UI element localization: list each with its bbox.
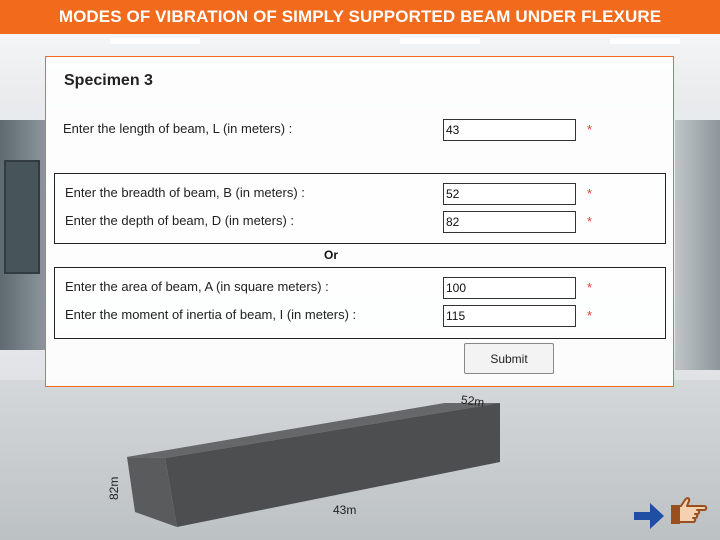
submit-button[interactable]: Submit [464, 343, 554, 374]
inertia-label: Enter the moment of inertia of beam, I (… [65, 307, 357, 322]
depth-label: Enter the depth of beam, D (in meters) : [65, 213, 295, 228]
or-separator: Or [324, 248, 339, 262]
breadth-required-mark: * [587, 186, 593, 201]
beam-length-label: 43m [333, 503, 357, 517]
ceiling-light [610, 38, 680, 44]
right-cabinet [675, 120, 720, 370]
length-input[interactable] [443, 119, 576, 141]
depth-input[interactable] [443, 211, 576, 233]
depth-required-mark: * [587, 214, 593, 229]
page-header: MODES OF VIBRATION OF SIMPLY SUPPORTED B… [0, 0, 720, 34]
breadth-input[interactable] [443, 183, 576, 205]
beam-svg [127, 403, 500, 527]
inertia-input[interactable] [443, 305, 576, 327]
length-label: Enter the length of beam, L (in meters) … [63, 121, 293, 136]
specimen-title: Specimen 3 [64, 72, 153, 89]
area-required-mark: * [587, 280, 593, 295]
inertia-required-mark: * [587, 308, 593, 323]
ceiling-light [110, 38, 200, 44]
ceiling-light [400, 38, 480, 44]
beam-depth-label: 82m [107, 476, 121, 500]
page-title: MODES OF VIBRATION OF SIMPLY SUPPORTED B… [58, 7, 662, 26]
next-arrow-icon[interactable] [630, 498, 668, 534]
beam-illustration: 52m 82m 43m [105, 392, 525, 527]
area-input[interactable] [443, 277, 576, 299]
specimen-form-panel: Specimen 3 Enter the length of beam, L (… [45, 56, 674, 387]
area-label: Enter the area of beam, A (in square met… [65, 279, 329, 294]
length-required-mark: * [587, 122, 593, 137]
breadth-label: Enter the breadth of beam, B (in meters)… [65, 185, 305, 200]
door [4, 160, 40, 274]
pointing-hand-icon[interactable] [670, 494, 710, 528]
